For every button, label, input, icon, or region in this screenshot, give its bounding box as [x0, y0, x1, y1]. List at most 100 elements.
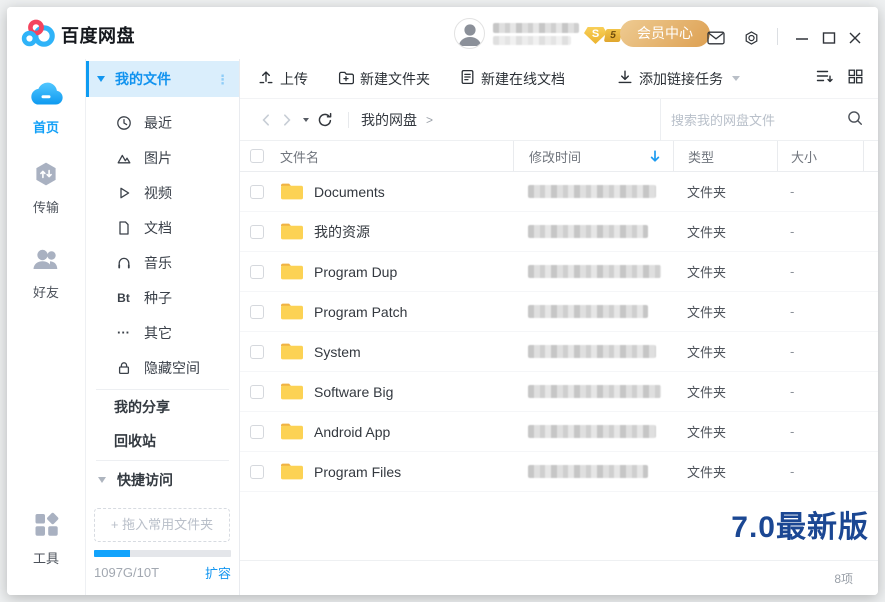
file-name[interactable]: Program Patch: [314, 304, 407, 320]
file-row[interactable]: Program Files 文件夹 -: [240, 452, 878, 492]
rail-item-transfer[interactable]: 传输: [7, 161, 85, 217]
file-name[interactable]: Software Big: [314, 384, 393, 400]
file-row[interactable]: 我的资源 文件夹 -: [240, 212, 878, 252]
home-cloud-icon: [7, 79, 85, 112]
sidebar-item-other[interactable]: ··· 其它: [86, 315, 239, 350]
column-modified[interactable]: 修改时间: [529, 147, 581, 166]
file-type: 文件夹: [687, 422, 726, 441]
row-checkbox[interactable]: [250, 345, 264, 359]
row-checkbox[interactable]: [250, 265, 264, 279]
file-name[interactable]: 我的资源: [314, 222, 370, 242]
file-row[interactable]: Program Patch 文件夹 -: [240, 292, 878, 332]
column-size[interactable]: 大小: [791, 147, 817, 166]
rail-item-friends[interactable]: 好友: [7, 247, 85, 302]
sidebar-item-quick-access[interactable]: 快捷访问: [86, 463, 239, 497]
avatar[interactable]: [454, 18, 485, 49]
file-name[interactable]: Program Files: [314, 464, 401, 480]
sort-desc-icon[interactable]: [650, 150, 660, 168]
drag-folder-dropzone[interactable]: + 拖入常用文件夹: [94, 508, 230, 542]
more-options-icon[interactable]: ⋮: [216, 75, 229, 84]
row-checkbox[interactable]: [250, 385, 264, 399]
file-name[interactable]: Documents: [314, 184, 385, 200]
select-all-checkbox[interactable]: [250, 149, 264, 163]
rail-label-transfer: 传输: [33, 200, 59, 215]
upload-button[interactable]: 上传: [258, 69, 308, 89]
sidebar-item-hidden-space[interactable]: 隐藏空间: [86, 350, 239, 385]
more-dots-icon: ···: [115, 324, 132, 341]
search-icon[interactable]: [847, 110, 863, 131]
member-center-button[interactable]: 会员中心: [620, 20, 710, 47]
file-row[interactable]: System 文件夹 -: [240, 332, 878, 372]
rail-item-tools[interactable]: 工具: [7, 511, 85, 568]
sidebar-item-bt-seeds[interactable]: Bt 种子: [86, 280, 239, 315]
collapse-triangle-icon[interactable]: [97, 76, 105, 82]
file-name[interactable]: System: [314, 344, 361, 360]
folder-icon: [280, 182, 304, 201]
row-checkbox[interactable]: [250, 465, 264, 479]
sidebar-item-recycle-bin[interactable]: 回收站: [86, 424, 239, 458]
file-row[interactable]: Program Dup 文件夹 -: [240, 252, 878, 292]
mail-icon[interactable]: [707, 30, 725, 46]
sidebar-item-my-files[interactable]: 我的文件 ⋮: [86, 61, 239, 97]
sidebar-item-videos[interactable]: 视频: [86, 175, 239, 210]
sidebar-item-my-share[interactable]: 我的分享: [86, 390, 239, 424]
file-name[interactable]: Android App: [314, 424, 390, 440]
column-type[interactable]: 类型: [688, 147, 714, 166]
rail-label-friends: 好友: [33, 285, 59, 300]
username-redacted-line2: [493, 36, 571, 45]
baidu-netdisk-logo-icon: [21, 17, 57, 49]
file-type: 文件夹: [687, 262, 726, 281]
download-link-icon: [617, 69, 633, 88]
sidebar-item-music[interactable]: 音乐: [86, 245, 239, 280]
row-checkbox[interactable]: [250, 225, 264, 239]
vip-badge[interactable]: S 5: [584, 27, 621, 44]
file-row[interactable]: Android App 文件夹 -: [240, 412, 878, 452]
search-input[interactable]: [661, 113, 847, 128]
sidebar-item-recent[interactable]: 最近: [86, 105, 239, 140]
file-size: -: [790, 184, 794, 199]
my-files-label: 我的文件: [115, 69, 171, 89]
folder-icon: [280, 462, 304, 481]
category-label: 种子: [144, 288, 172, 308]
file-name[interactable]: Program Dup: [314, 264, 397, 280]
file-type: 文件夹: [687, 462, 726, 481]
minimize-button[interactable]: [795, 31, 809, 45]
sidebar-item-documents[interactable]: 文档: [86, 210, 239, 245]
transfer-hexagon-icon: [7, 161, 85, 192]
file-row[interactable]: Software Big 文件夹 -: [240, 372, 878, 412]
folder-icon: [280, 342, 304, 361]
item-count: 8项: [834, 570, 853, 587]
add-link-task-button[interactable]: 添加链接任务: [617, 69, 740, 89]
close-button[interactable]: [848, 31, 862, 45]
forward-button[interactable]: [281, 113, 293, 127]
file-type: 文件夹: [687, 382, 726, 401]
expand-storage-link[interactable]: 扩容: [205, 563, 231, 582]
new-folder-button[interactable]: 新建文件夹: [338, 69, 430, 89]
file-size: -: [790, 424, 794, 439]
row-checkbox[interactable]: [250, 305, 264, 319]
new-online-doc-button[interactable]: 新建在线文档: [460, 69, 565, 89]
refresh-button[interactable]: [317, 112, 333, 128]
new-doc-icon: [460, 69, 475, 88]
file-size: -: [790, 384, 794, 399]
column-name[interactable]: 文件名: [280, 147, 319, 166]
row-checkbox[interactable]: [250, 425, 264, 439]
titlebar-divider: [777, 28, 778, 45]
history-dropdown-icon[interactable]: [303, 118, 309, 122]
sort-list-icon[interactable]: [816, 69, 833, 89]
back-button[interactable]: [260, 113, 272, 127]
breadcrumb-root[interactable]: 我的网盘: [361, 110, 417, 130]
version-watermark: 7.0最新版: [731, 502, 869, 546]
maximize-button[interactable]: [822, 31, 836, 45]
app-title: 百度网盘: [61, 22, 135, 48]
row-checkbox[interactable]: [250, 185, 264, 199]
sidebar-item-pictures[interactable]: 图片: [86, 140, 239, 175]
collapse-triangle-icon[interactable]: [98, 477, 106, 483]
modified-time-redacted: [528, 385, 661, 398]
gear-icon[interactable]: [743, 30, 761, 46]
file-type: 文件夹: [687, 302, 726, 321]
file-size: -: [790, 344, 794, 359]
rail-item-home[interactable]: 首页: [7, 79, 85, 137]
grid-view-icon[interactable]: [848, 69, 863, 89]
file-row[interactable]: Documents 文件夹 -: [240, 172, 878, 212]
